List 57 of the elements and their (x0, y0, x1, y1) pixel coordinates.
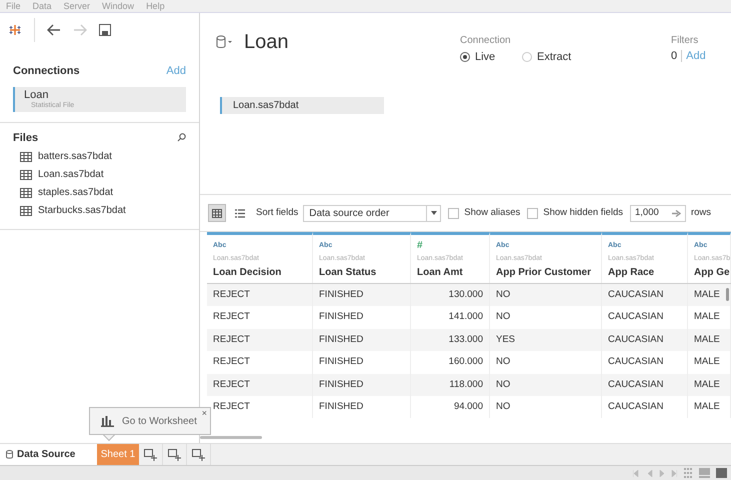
save-icon[interactable] (99, 24, 111, 36)
table-icon (20, 188, 32, 198)
filters-label: Filters (671, 34, 700, 48)
table-cell: FINISHED (313, 396, 411, 418)
rows-field[interactable]: 1,000 (630, 204, 686, 222)
view-mode-button[interactable] (208, 204, 226, 222)
connection-name: Loan (24, 88, 50, 100)
checkbox-label: Show aliases (464, 206, 520, 220)
table-cell: MALE (688, 396, 731, 418)
table-icon (20, 152, 32, 162)
section-title: Files (13, 130, 38, 146)
column-name: Loan Amt (417, 267, 464, 279)
file-name[interactable]: batters.sas7bdat (38, 149, 112, 164)
table-pill[interactable]: Loan.sas7bdat (220, 97, 384, 114)
sheet-tab[interactable]: Data Source (0, 444, 97, 465)
table-cell: NO (490, 396, 602, 418)
database-icon[interactable] (216, 35, 232, 49)
list-icon (235, 208, 245, 218)
back-arrow-icon[interactable] (47, 24, 61, 36)
filter-count: 0 (671, 49, 678, 64)
scrollbar[interactable] (726, 288, 729, 301)
rows-label: rows (690, 206, 712, 220)
checkbox[interactable] (448, 208, 460, 218)
column-name: App Race (608, 267, 656, 279)
column-name: Loan Status (319, 267, 378, 279)
column-name: Loan Decision (213, 267, 282, 279)
datasource-title[interactable]: Loan (244, 27, 288, 57)
sort-dropdown[interactable]: Data source order (303, 204, 442, 222)
table-cell: CAUCASIAN (602, 396, 688, 418)
column-name: App Ge (694, 267, 730, 279)
file-name[interactable]: Starbucks.sas7bdat (38, 203, 126, 218)
search-icon[interactable] (177, 133, 186, 142)
bar-chart-icon (101, 416, 114, 426)
connection-radio[interactable]: Live (460, 49, 506, 66)
grid-icon (212, 208, 222, 218)
table-icon (20, 206, 32, 216)
checkbox-label: Show hidden fields (543, 206, 623, 220)
logo-icon (8, 22, 22, 36)
column-name: App Prior Customer (496, 267, 592, 279)
connection-label: Connection (460, 34, 512, 48)
database-icon (6, 450, 13, 459)
caret-icon (430, 211, 437, 215)
file-name[interactable]: staples.sas7bdat (38, 185, 114, 200)
table-cell: 94.000 (411, 396, 490, 418)
section-title: Connections (13, 64, 80, 79)
checkbox[interactable] (527, 208, 538, 218)
file-name[interactable]: Loan.sas7bdat (38, 167, 104, 182)
sort-label: Sort fields (256, 206, 298, 220)
close-button[interactable]: × (202, 408, 207, 418)
new-dashboard-icon[interactable] (168, 448, 181, 460)
scrollbar[interactable] (200, 436, 262, 439)
type-label: # (417, 241, 424, 250)
tooltip-text: Go to Worksheet (122, 414, 197, 428)
new-worksheet-icon[interactable] (144, 448, 157, 460)
table-icon (20, 170, 32, 180)
new-story-icon[interactable] (192, 448, 205, 460)
arrow-icon (672, 210, 681, 216)
